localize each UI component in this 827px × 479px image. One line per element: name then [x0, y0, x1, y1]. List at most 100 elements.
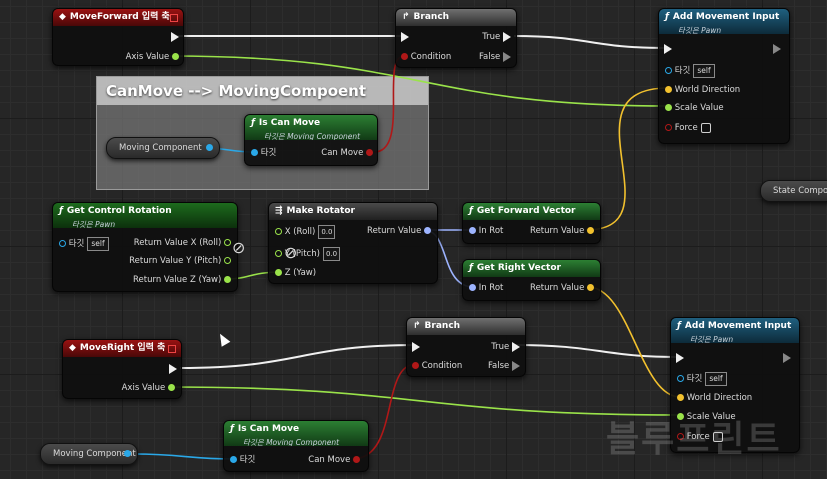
world-direction-pin[interactable]	[665, 86, 672, 93]
return-value-pin[interactable]	[587, 227, 594, 234]
false-label: False	[487, 361, 510, 371]
in-rot-label: In Rot	[478, 226, 504, 236]
return-label: Return Value	[367, 226, 422, 236]
exec-out-pin[interactable]	[169, 363, 177, 374]
float-wire-axis2-to-scale2	[167, 386, 681, 416]
function-icon: ƒ	[469, 263, 473, 273]
branch-icon: ↱	[413, 321, 421, 331]
node-subtitle: 타깃은 Pawn	[72, 220, 116, 228]
pitch-label: Return Value Y (Pitch)	[129, 256, 222, 266]
function-icon: ƒ	[469, 206, 473, 216]
node-title: Branch	[424, 321, 461, 331]
y-pin[interactable]	[275, 250, 282, 257]
yaw-pin[interactable]	[224, 276, 231, 283]
variable-label: State Compon	[773, 186, 827, 196]
target-label: 타깃	[260, 148, 277, 158]
add-movement-input-node-1[interactable]: ƒ Add Movement Input 타깃은 Pawn 타깃 self World…	[658, 8, 790, 144]
node-title: MoveForward 입력 축	[69, 12, 170, 22]
moveforward-axis-event-node[interactable]: ◆ MoveForward 입력 축 Axis Value	[52, 8, 184, 66]
in-rot-label: In Rot	[478, 283, 504, 293]
branch-node-1[interactable]: ↱ Branch True Condition False	[395, 8, 517, 68]
get-forward-vector-node[interactable]: ƒ Get Forward Vector In Rot Return Value	[462, 202, 601, 244]
y-value-input[interactable]: 0.0	[322, 247, 341, 261]
return-label: Return Value	[530, 226, 585, 236]
state-component-variable[interactable]: State Compon	[760, 180, 827, 202]
true-exec-pin[interactable]	[512, 341, 520, 352]
event-diamond-icon: ◆	[59, 12, 66, 22]
return-value-pin[interactable]	[424, 227, 431, 234]
exec-out-pin[interactable]	[171, 31, 179, 42]
node-title: Get Right Vector	[476, 263, 561, 273]
target-pin[interactable]	[59, 240, 66, 247]
get-right-vector-node[interactable]: ƒ Get Right Vector In Rot Return Value	[462, 259, 601, 301]
can-move-pin[interactable]	[353, 456, 360, 463]
target-label: 타깃	[68, 239, 85, 249]
target-pin[interactable]	[251, 149, 258, 156]
get-control-rotation-node[interactable]: ƒ Get Control Rotation 타깃은 Pawn 타깃 self Ret…	[52, 202, 238, 292]
target-label: 타깃	[674, 66, 691, 76]
exec-in-pin[interactable]	[664, 43, 672, 54]
return-value-pin[interactable]	[587, 284, 594, 291]
force-pin[interactable]	[665, 124, 672, 131]
x-value-input[interactable]: 0.0	[318, 225, 336, 239]
is-can-move-node-1[interactable]: ƒ Is Can Move 타깃은 Moving Component 타깃 Can …	[244, 114, 378, 166]
target-pin[interactable]	[230, 456, 237, 463]
condition-label: Condition	[410, 52, 452, 62]
moving-component-variable-1[interactable]: Moving Component	[106, 137, 220, 159]
condition-pin[interactable]	[412, 362, 419, 369]
exec-out-pin[interactable]	[783, 352, 791, 363]
node-subtitle: 타깃은 Moving Component	[243, 438, 340, 446]
in-rot-pin[interactable]	[469, 284, 476, 291]
function-icon: ƒ	[251, 118, 255, 128]
axis-value-pin[interactable]	[172, 53, 179, 60]
roll-label: Return Value X (Roll)	[133, 238, 222, 248]
moveright-axis-event-node[interactable]: ◆ MoveRight 입력 축 Axis Value	[62, 339, 182, 399]
true-label: True	[491, 342, 510, 352]
target-pin[interactable]	[665, 67, 672, 74]
world-direction-pin[interactable]	[677, 394, 684, 401]
node-title: Get Control Rotation	[66, 206, 172, 216]
function-icon: ƒ	[665, 12, 669, 22]
is-can-move-node-2[interactable]: ƒ Is Can Move 타깃은 Moving Component 타깃 Can …	[223, 420, 369, 472]
z-pin[interactable]	[275, 269, 282, 276]
roll-pin[interactable]	[224, 239, 231, 246]
delegate-square-icon	[170, 14, 178, 22]
yaw-label: Return Value Z (Yaw)	[133, 275, 222, 285]
branch-node-2[interactable]: ↱ Branch True Condition False	[406, 317, 526, 377]
pitch-pin[interactable]	[224, 257, 231, 264]
x-pin[interactable]	[275, 228, 282, 235]
blueprint-graph-canvas[interactable]: CanMove --> MovingCompoent ◆ MoveForward …	[0, 0, 827, 479]
exec-in-pin[interactable]	[401, 31, 409, 42]
true-exec-pin[interactable]	[503, 31, 511, 42]
axis-value-pin[interactable]	[168, 384, 175, 391]
node-subtitle: 타깃은 Moving Component	[264, 132, 361, 140]
bool-wire-canmove1-to-condition1	[373, 55, 405, 153]
target-pin[interactable]	[677, 375, 684, 382]
world-direction-label: World Direction	[686, 393, 753, 403]
node-title: Branch	[413, 12, 450, 22]
node-title: Is Can Move	[258, 118, 321, 128]
branch-icon: ↱	[402, 12, 410, 22]
function-icon: ƒ	[677, 321, 681, 331]
force-checkbox[interactable]	[700, 122, 711, 133]
exec-out-pin[interactable]	[773, 43, 781, 54]
vector-wire-right-to-worlddir2	[587, 286, 681, 398]
exec-in-pin[interactable]	[676, 352, 684, 363]
disconnect-pin-icon: ⊘	[284, 243, 298, 262]
false-exec-pin[interactable]	[512, 360, 520, 371]
pin-label: Axis Value	[125, 52, 170, 62]
can-move-pin[interactable]	[366, 149, 373, 156]
in-rot-pin[interactable]	[469, 227, 476, 234]
node-title: Add Movement Input	[684, 321, 792, 331]
false-label: False	[478, 52, 501, 62]
node-title: Make Rotator	[286, 206, 355, 216]
variable-out-pin[interactable]	[124, 450, 131, 457]
condition-pin[interactable]	[401, 53, 408, 60]
moving-component-variable-2[interactable]: Moving Component	[40, 443, 138, 465]
exec-in-pin[interactable]	[412, 341, 420, 352]
target-label: 타깃	[686, 374, 703, 384]
self-value: self	[693, 64, 715, 78]
scale-value-pin[interactable]	[665, 104, 672, 111]
variable-out-pin[interactable]	[206, 144, 213, 151]
false-exec-pin[interactable]	[503, 51, 511, 62]
